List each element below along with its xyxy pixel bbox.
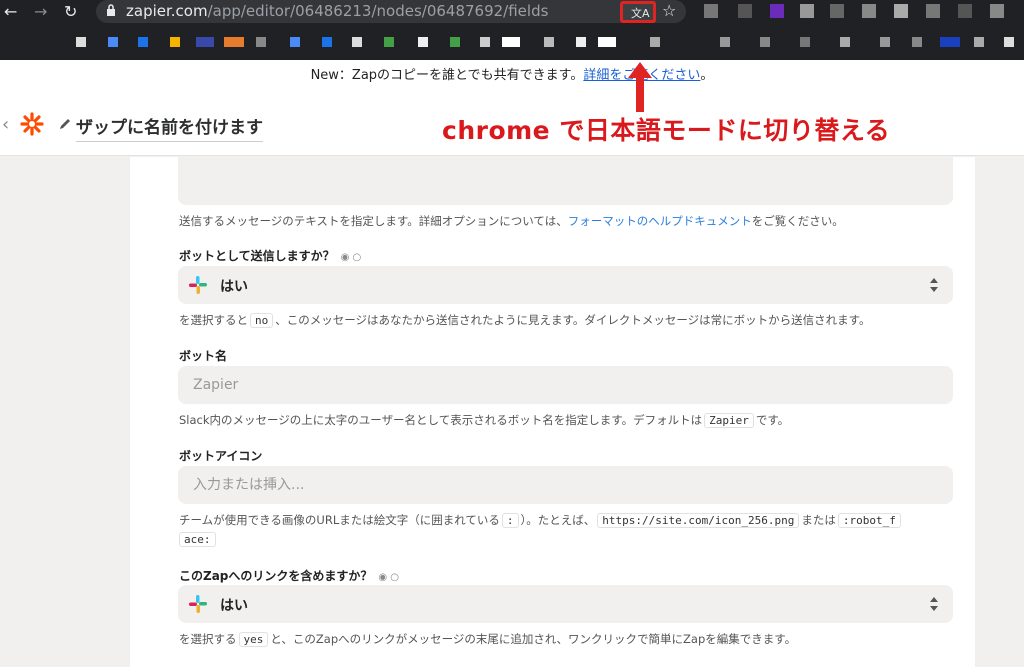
zap-title[interactable]: ザップに名前を付けます	[76, 113, 263, 142]
bookmark-icon[interactable]	[598, 37, 616, 47]
bookmark-icon[interactable]	[76, 37, 86, 47]
bookmark-icon[interactable]	[800, 37, 810, 47]
bookmark-icon[interactable]	[480, 37, 490, 47]
select-arrows-icon	[930, 278, 938, 292]
bot-send-label: ボットとして送信しますか？ ◉ ○	[179, 249, 362, 263]
zapier-logo-icon[interactable]	[20, 112, 44, 136]
extension-icon[interactable]	[926, 4, 940, 18]
address-bar[interactable]: zapier.com/app/editor/06486213/nodes/064…	[96, 0, 686, 23]
bookmark-icon[interactable]	[138, 37, 148, 47]
action-form-panel: 送信するメッセージのテキストを指定します。詳細オプションについては、フォーマット…	[130, 157, 975, 667]
format-help-link[interactable]: フォーマットのヘルプドキュメント	[568, 214, 752, 228]
bot-name-label: ボット名	[179, 349, 228, 363]
bookmark-icon[interactable]	[450, 37, 460, 47]
bot-send-value: はい	[220, 279, 248, 295]
announcement-banner: New：Zapのコピーを誰とでも共有できます。詳細をご覧ください。	[0, 60, 1024, 92]
select-arrows-icon	[930, 597, 938, 611]
bot-icon-label: ボットアイコン	[179, 449, 263, 463]
bookmark-icon[interactable]	[290, 37, 300, 47]
url-text: zapier.com/app/editor/06486213/nodes/064…	[126, 2, 549, 20]
zap-link-label: このZapへのリンクを含めますか？ ◉ ○	[179, 569, 400, 583]
bot-icon-help-line2: ace:	[179, 532, 218, 547]
back-arrow-icon[interactable]: ←	[4, 2, 17, 21]
bookmark-star-icon[interactable]: ☆	[662, 1, 676, 20]
bot-icon-help: チームが使用できる画像のURLまたは絵文字（に囲まれている: ）。たとえば、 htt…	[179, 512, 903, 528]
bookmark-icon[interactable]	[760, 37, 770, 47]
banner-text: New：Zapのコピーを誰とでも共有できます。	[310, 68, 584, 83]
bookmark-icon[interactable]	[650, 37, 660, 47]
bookmark-icon[interactable]	[940, 37, 960, 47]
bookmark-icon[interactable]	[1004, 37, 1014, 47]
bookmark-icon[interactable]	[840, 37, 850, 47]
radio-toggle-icon[interactable]: ◉ ○	[378, 572, 399, 583]
extension-icon[interactable]	[862, 4, 876, 18]
extension-icon[interactable]	[738, 4, 752, 18]
extension-icon[interactable]	[770, 4, 784, 18]
bookmark-icon[interactable]	[322, 37, 332, 47]
slack-icon	[189, 595, 207, 613]
radio-toggle-icon[interactable]: ◉ ○	[341, 252, 362, 263]
extension-icon[interactable]	[990, 4, 1004, 18]
bookmark-icon[interactable]	[880, 37, 890, 47]
red-arrow-icon	[628, 62, 652, 112]
reload-icon[interactable]: ↻	[64, 2, 77, 21]
bot-send-select[interactable]: はい	[178, 266, 953, 304]
bookmark-icon[interactable]	[384, 37, 394, 47]
extension-icon[interactable]	[830, 4, 844, 18]
extension-icon[interactable]	[958, 4, 972, 18]
zap-link-help: を選択する yes と、このZapへのリンクがメッセージの末尾に追加され、ワンクリッ…	[179, 632, 797, 647]
bookmark-icon[interactable]	[352, 37, 362, 47]
bookmark-icon[interactable]	[974, 37, 984, 47]
bookmark-icon[interactable]	[418, 37, 428, 47]
message-help-text: 送信するメッセージのテキストを指定します。詳細オプションについては、フォーマット…	[179, 214, 844, 228]
bookmark-icon[interactable]	[544, 37, 554, 47]
forward-arrow-icon[interactable]: →	[34, 2, 47, 21]
translate-icon: 文A	[631, 7, 650, 20]
bot-send-help: を選択すると no 、このメッセージはあなたから送信されたように見えます。ダイレクト…	[179, 313, 871, 328]
banner-suffix: 。	[700, 68, 714, 83]
bookmark-icon[interactable]	[224, 37, 244, 47]
zap-link-select[interactable]: はい	[178, 585, 953, 623]
translate-button[interactable]: 文A	[620, 1, 656, 23]
bookmark-icon[interactable]	[720, 37, 730, 47]
extension-icon[interactable]	[894, 4, 908, 18]
bookmark-icon[interactable]	[170, 37, 180, 47]
bookmark-icon[interactable]	[256, 37, 266, 47]
message-text-field[interactable]	[178, 157, 953, 205]
browser-toolbar: ← → ↻ zapier.com/app/editor/06486213/nod…	[0, 0, 1024, 60]
bookmark-icon[interactable]	[912, 37, 922, 47]
lock-icon	[107, 4, 115, 16]
bot-name-help: Slack内のメッセージの上に太字のユーザー名として表示されるボット名を指定しま…	[179, 413, 790, 428]
bot-icon-input[interactable]	[178, 466, 953, 504]
pencil-icon[interactable]	[58, 117, 72, 131]
bot-name-input[interactable]	[178, 366, 953, 404]
bookmark-icon[interactable]	[196, 37, 214, 47]
extension-icon[interactable]	[800, 4, 814, 18]
annotation-callout: chrome で日本語モードに切り替える	[442, 116, 891, 145]
zap-link-value: はい	[220, 598, 248, 614]
bookmark-icon[interactable]	[502, 37, 520, 47]
bookmark-icon[interactable]	[576, 37, 586, 47]
chevron-left-icon[interactable]: ‹	[2, 114, 9, 135]
extension-icon[interactable]	[704, 4, 718, 18]
slack-icon	[189, 276, 207, 294]
bookmark-icon[interactable]	[108, 37, 118, 47]
